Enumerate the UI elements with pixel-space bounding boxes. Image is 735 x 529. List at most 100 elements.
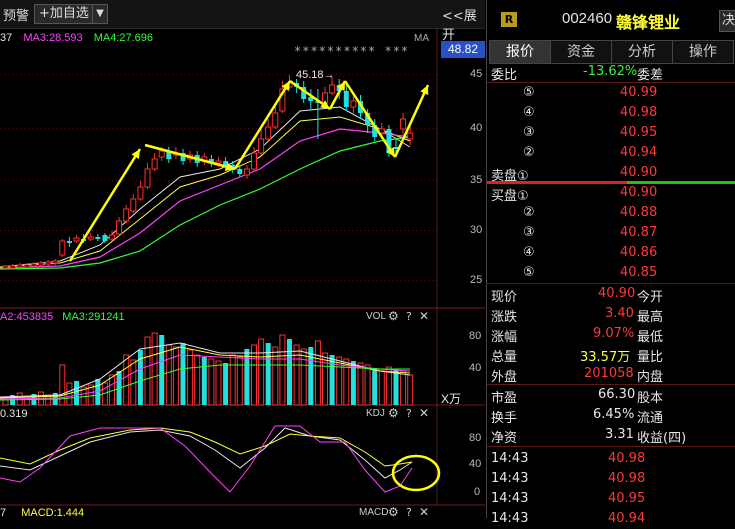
tab-funds[interactable]: 资金 <box>550 40 612 64</box>
tick-time: 14:43 <box>491 491 529 506</box>
stat-value: 3.40 <box>605 306 634 321</box>
add-watchlist-button[interactable]: +加自选 <box>34 4 94 24</box>
tick-row: 14:43 40.98 <box>487 450 735 469</box>
tab-operation[interactable]: 操作 <box>672 40 734 64</box>
buy-row[interactable]: ③ 40.87 <box>487 224 735 243</box>
y-tick-40: 40 <box>470 122 483 134</box>
price-panel[interactable] <box>0 29 485 309</box>
alert-button[interactable]: 预警 <box>3 5 29 24</box>
chevron-down-icon[interactable]: ▼ <box>92 4 108 24</box>
vol-tick-80: 80 <box>469 330 482 342</box>
buy-price: 40.90 <box>620 185 658 200</box>
buy-row[interactable]: ⑤ 40.85 <box>487 264 735 283</box>
kdj-k-line <box>0 427 413 479</box>
volume-bar <box>215 360 222 406</box>
macd-gear-icon[interactable]: ⚙ <box>388 505 399 519</box>
stat-label: 最低 <box>637 330 664 345</box>
kdj-gear-icon[interactable]: ⚙ <box>388 406 399 420</box>
kdj-tick-80: 80 <box>469 432 482 444</box>
macd-tag: MACD <box>359 507 389 518</box>
macd-legend: 7 MACD:1.444 <box>0 507 84 519</box>
candle-body <box>66 241 72 243</box>
kdj-help-icon[interactable]: ? <box>406 407 412 420</box>
vol-close-icon[interactable]: ✕ <box>419 309 429 323</box>
tab-analysis[interactable]: 分析 <box>611 40 673 64</box>
stat-value: 33.57万 <box>580 350 631 365</box>
ma-label-1: 37 <box>0 32 13 44</box>
kdj-close-icon[interactable]: ✕ <box>419 406 429 420</box>
candle-body <box>130 198 137 212</box>
fund-label: 流通 <box>637 411 664 426</box>
peak-price-label: 45.18→ <box>296 69 335 81</box>
candle-body <box>38 262 44 266</box>
ratio-value: -13.62% <box>583 64 638 79</box>
volume-bar <box>279 334 286 406</box>
sell-level: ② <box>523 145 535 160</box>
kdj-d-line <box>0 427 413 467</box>
stat-label: 涨跌 <box>491 310 518 325</box>
ma-tag: MA <box>414 33 429 44</box>
volume-bar <box>258 338 265 406</box>
sell-row[interactable]: ② 40.94 <box>487 144 735 163</box>
stat-label: 外盘 <box>491 370 518 385</box>
buy-row[interactable]: 买盘① 40.90 <box>487 184 735 204</box>
decision-button[interactable]: 决 <box>719 10 735 32</box>
stars-marker: ********** *** <box>294 44 410 58</box>
buy-level: ④ <box>523 245 535 260</box>
buy-row[interactable]: ② 40.88 <box>487 204 735 223</box>
y-tick-30: 30 <box>470 224 483 236</box>
volume-bar <box>407 374 414 406</box>
candle-body <box>258 138 265 154</box>
diff-label: 委差 <box>637 68 664 83</box>
volume-bar <box>194 354 201 406</box>
volume-bar <box>378 370 385 406</box>
buy-row[interactable]: ④ 40.86 <box>487 244 735 263</box>
volume-bar <box>293 344 300 406</box>
fund-row: 换手 6.45% 流通 <box>487 406 735 426</box>
macd-help-icon[interactable]: ? <box>406 506 412 519</box>
volume-bar <box>180 343 186 405</box>
candle-body <box>265 126 272 140</box>
ma-legend: 37 MA3:28.593 MA4:27.696 <box>0 32 153 44</box>
kdj-panel[interactable] <box>0 406 485 506</box>
sell-level: ④ <box>523 105 535 120</box>
fund-value: 66.30 <box>598 387 636 402</box>
candle-body <box>272 112 279 128</box>
highlight-circle <box>391 454 441 492</box>
stat-row: 涨幅 9.07% 最低 <box>487 325 735 345</box>
volume-bar <box>187 349 194 406</box>
tab-quote[interactable]: 报价 <box>489 40 551 64</box>
macd-close-icon[interactable]: ✕ <box>419 505 429 519</box>
vol-gear-icon[interactable]: ⚙ <box>388 309 399 323</box>
order-ratio-row: 委比 -13.62% 委差 <box>487 63 735 83</box>
buy-price: 40.87 <box>620 225 658 240</box>
tick-price: 40.95 <box>608 491 646 506</box>
candle-body <box>407 132 414 140</box>
candle-body <box>23 264 30 268</box>
stat-label: 涨幅 <box>491 330 518 345</box>
stat-row: 外盘 201058 内盘 <box>487 365 735 385</box>
candle-body <box>144 168 151 188</box>
volume-panel[interactable] <box>0 309 485 406</box>
vol-help-icon[interactable]: ? <box>406 310 412 323</box>
volume-bar <box>251 344 257 406</box>
tick-time: 14:43 <box>491 471 529 486</box>
sell-price: 40.95 <box>620 125 658 140</box>
candle-body <box>52 260 59 264</box>
candle-body <box>329 84 336 94</box>
volume-bar <box>236 356 243 406</box>
stock-code: 002460 <box>562 10 613 27</box>
macd-label-2: MACD:1.444 <box>21 507 85 519</box>
stat-label: 量比 <box>637 350 664 365</box>
fund-value: 3.31 <box>605 427 634 442</box>
sell-level: ⑤ <box>523 85 535 100</box>
quote-panel: R 002460 赣锋锂业 决 报价 资金 分析 操作 委比 -13.62% 委… <box>486 0 735 526</box>
sell-row[interactable]: ③ 40.95 <box>487 124 735 143</box>
candle-body <box>237 169 243 174</box>
buy-level: 买盘① <box>491 189 529 204</box>
sell-row[interactable]: ④ 40.98 <box>487 104 735 123</box>
candle-body <box>30 263 37 267</box>
tick-row: 14:43 40.94 <box>487 510 735 529</box>
sell-row[interactable]: ⑤ 40.99 <box>487 84 735 103</box>
stat-label: 总量 <box>491 350 518 365</box>
